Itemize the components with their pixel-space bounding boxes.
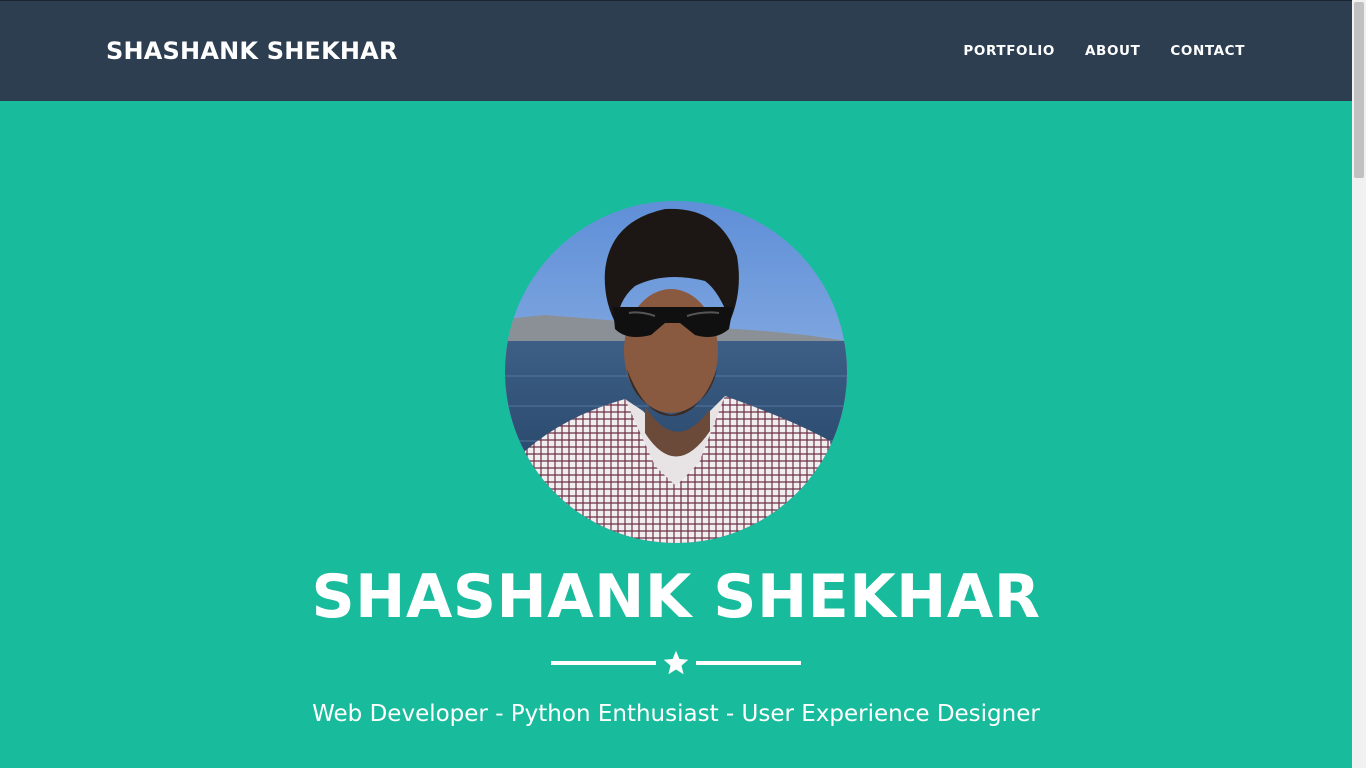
divider-line-left (551, 661, 656, 665)
hero-name: SHASHANK SHEKHAR (311, 562, 1041, 632)
navbar: SHASHANK SHEKHAR PORTFOLIO ABOUT CONTACT (0, 0, 1352, 101)
nav-link-portfolio[interactable]: PORTFOLIO (963, 41, 1055, 61)
page: SHASHANK SHEKHAR PORTFOLIO ABOUT CONTACT (0, 0, 1366, 768)
scrollbar-thumb[interactable] (1354, 2, 1364, 178)
scrollbar[interactable] (1352, 0, 1366, 768)
nav-links: PORTFOLIO ABOUT CONTACT (963, 41, 1245, 61)
nav-link-about[interactable]: ABOUT (1085, 41, 1140, 61)
brand-link[interactable]: SHASHANK SHEKHAR (106, 35, 398, 67)
hero-tagline: Web Developer - Python Enthusiast - User… (312, 701, 1040, 727)
divider-line-right (696, 661, 801, 665)
nav-link-contact[interactable]: CONTACT (1170, 41, 1245, 61)
hero-section: SHASHANK SHEKHAR Web Developer - Python … (0, 101, 1352, 768)
star-icon (663, 650, 689, 675)
profile-photo (505, 201, 847, 543)
star-divider (551, 649, 801, 677)
